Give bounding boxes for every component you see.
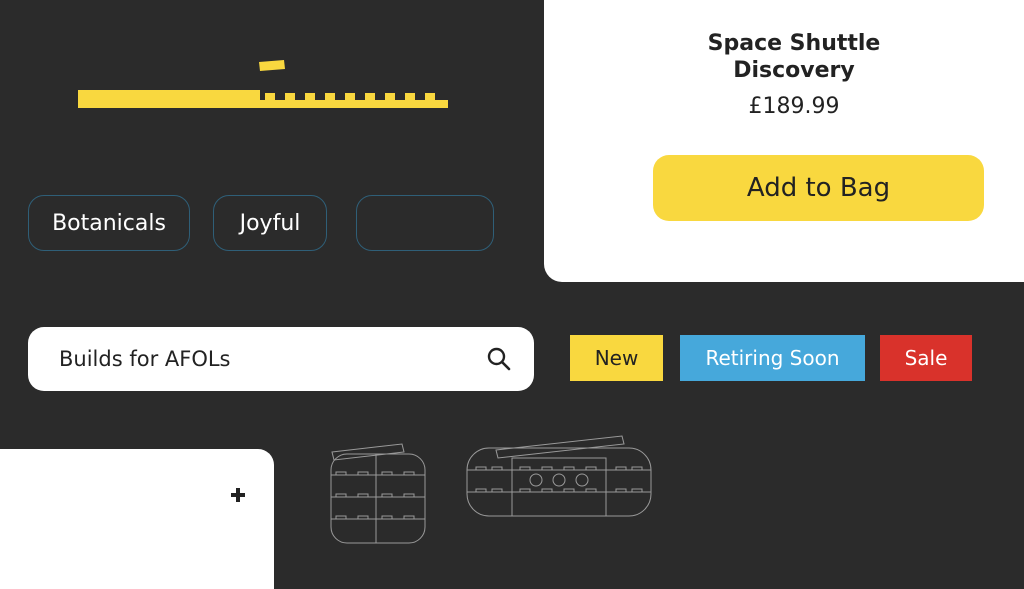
badge-new: New [570, 335, 663, 381]
search-bar[interactable]: Builds for AFOLs [28, 327, 534, 391]
bottom-panel [0, 449, 274, 589]
pill-empty[interactable] [356, 195, 494, 251]
pill-joyful[interactable]: Joyful [213, 195, 327, 251]
product-title: Space Shuttle Discovery [544, 30, 1024, 84]
search-icon[interactable] [486, 346, 512, 372]
product-title-line-2: Discovery [733, 58, 855, 83]
brick-outline-graphic-wide [466, 435, 652, 517]
search-input[interactable]: Builds for AFOLs [59, 327, 231, 391]
product-title-line-1: Space Shuttle [707, 31, 881, 56]
badge-sale: Sale [880, 335, 972, 381]
pill-botanicals[interactable]: Botanicals [28, 195, 190, 251]
badge-retiring-soon: Retiring Soon [680, 335, 865, 381]
brick-strip-graphic [78, 60, 448, 108]
product-price: £189.99 [748, 94, 840, 119]
brick-outline-graphic [330, 443, 426, 544]
plus-icon[interactable] [230, 487, 246, 503]
product-card: Space Shuttle Discovery £189.99 Add to B… [544, 0, 1024, 282]
add-to-bag-button[interactable]: Add to Bag [653, 155, 984, 221]
